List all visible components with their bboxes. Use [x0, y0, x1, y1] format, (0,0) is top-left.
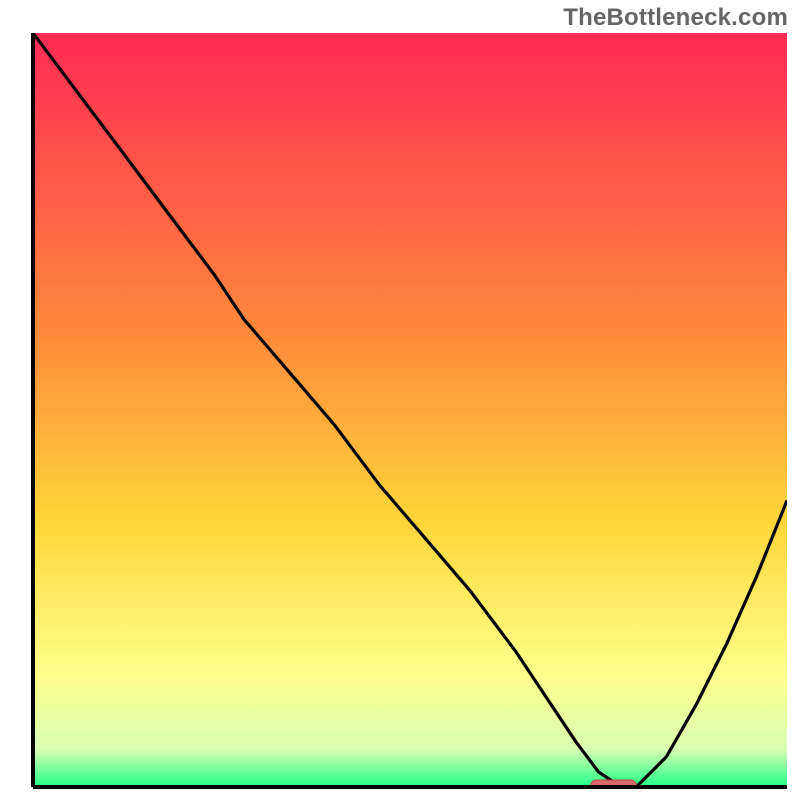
plot-background: [33, 33, 787, 787]
bottleneck-chart: [0, 0, 800, 800]
watermark-text: TheBottleneck.com: [563, 4, 788, 32]
chart-frame: TheBottleneck.com: [0, 0, 800, 800]
